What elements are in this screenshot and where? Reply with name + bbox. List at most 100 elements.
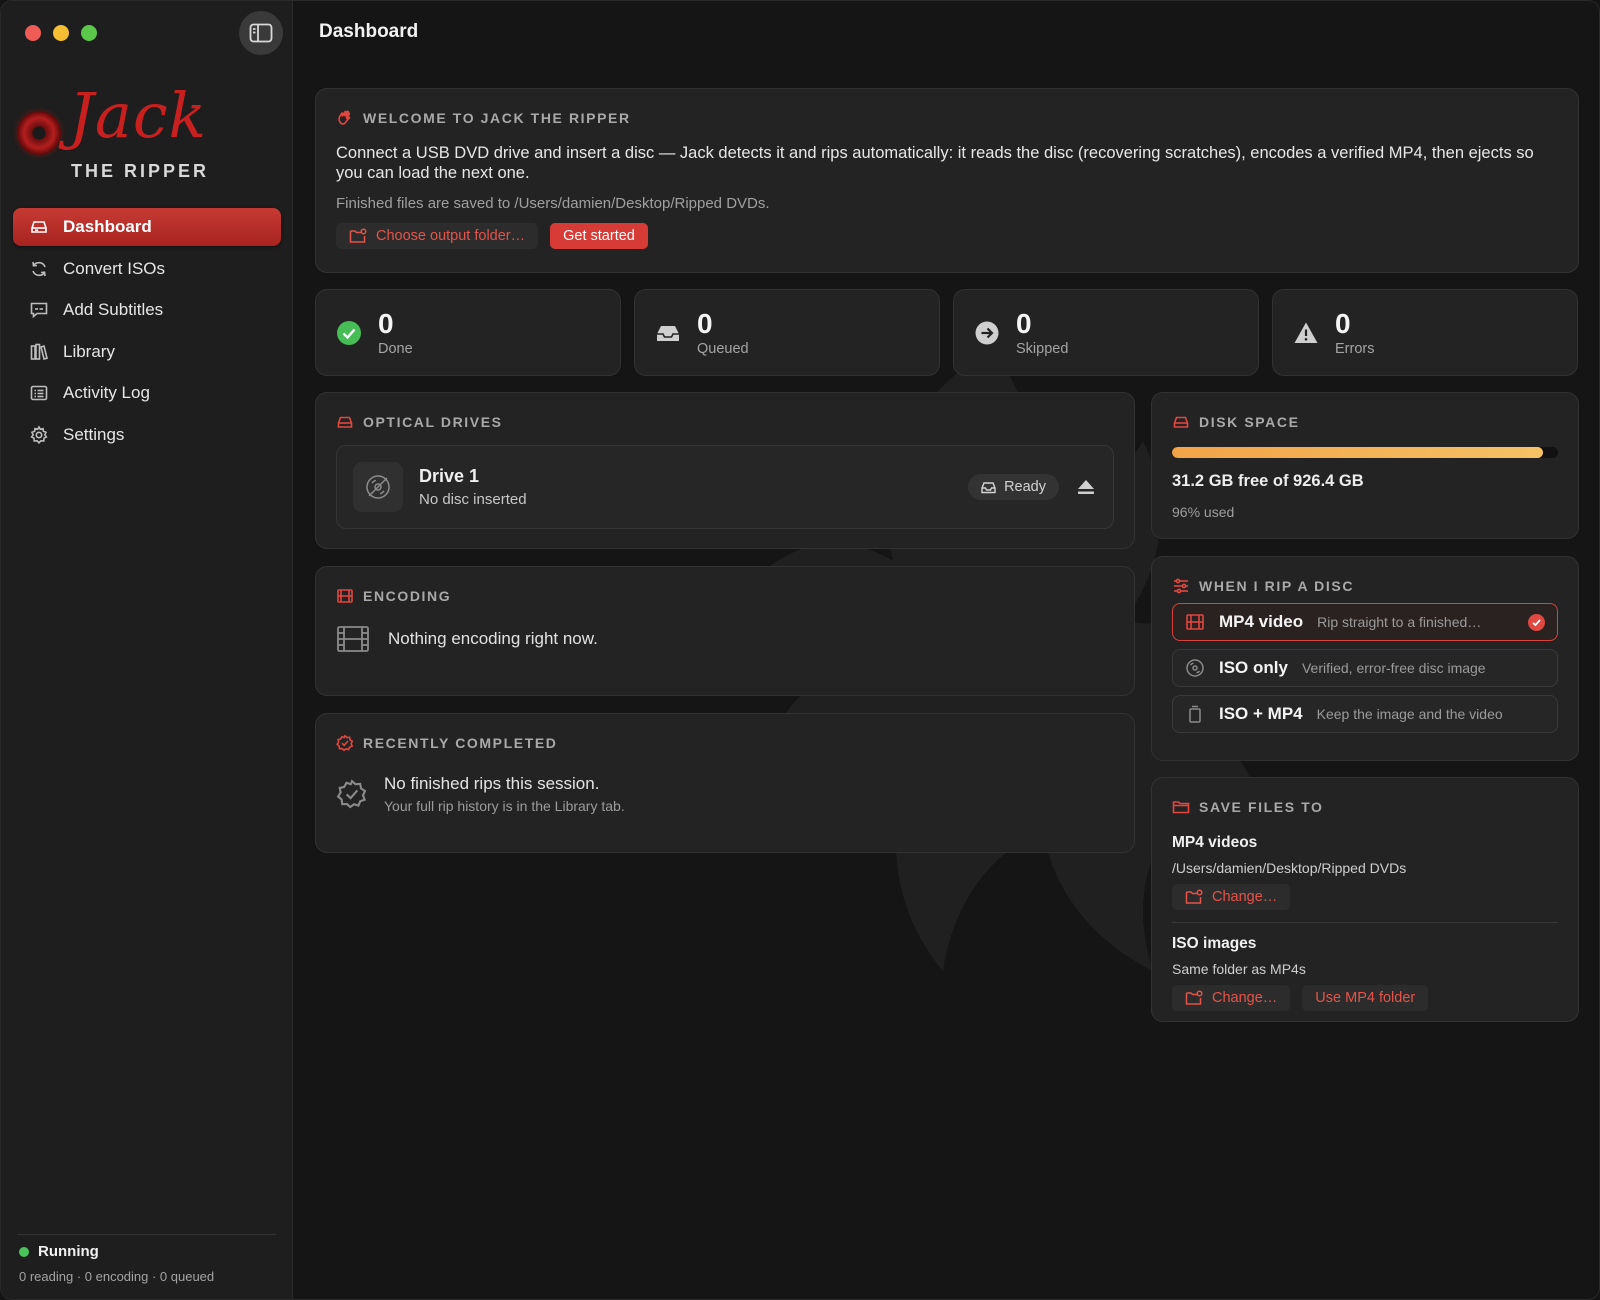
badge-check-icon [336,734,354,752]
stat-value: 0 [1016,307,1032,339]
check-circle-icon [337,320,361,345]
disk-space-card: DISK SPACE 31.2 GB free of 926.4 GB 96% … [1151,392,1579,539]
drive-status: No disc inserted [419,491,527,508]
folder-plus-icon [349,228,367,243]
rip-mode-card: WHEN I RIP A DISC MP4 video Rip straight… [1151,556,1579,761]
folder-icon [1172,801,1190,814]
save-files-card: SAVE FILES TO MP4 videos /Users/damien/D… [1151,777,1579,1022]
selected-check-icon [1528,614,1545,631]
status-detail: 0 reading · 0 encoding · 0 queued [19,1269,215,1284]
drive-icon [337,416,353,428]
tray-icon [981,481,996,493]
drive-icon [1173,416,1189,428]
recently-completed-card: RECENTLY COMPLETED No finished rips this… [315,713,1135,853]
disk-used-text: 96% used [1172,504,1235,520]
rip-option-iso-mp4[interactable]: ISO + MP4 Keep the image and the video [1172,695,1558,733]
stat-label: Queued [697,340,749,357]
window-controls [25,25,97,41]
mp4-location-label: MP4 videos [1172,834,1258,851]
sidebar-item-label: Activity Log [63,383,150,402]
get-started-button[interactable]: Get started [550,223,648,249]
disc-icon [366,475,390,499]
sidebar-item-convert-isos[interactable]: Convert ISOs [13,250,281,288]
iso-location-label: ISO images [1172,935,1257,952]
welcome-heading: WELCOME TO JACK THE RIPPER [336,109,1558,127]
zoom-window-button[interactable] [81,25,97,41]
subtitle-icon [30,302,48,319]
sidebar-icon [249,23,273,43]
recently-completed-heading: RECENTLY COMPLETED [336,734,1114,752]
sidebar-item-label: Dashboard [63,217,152,236]
close-window-button[interactable] [25,25,41,41]
rip-option-title: ISO only [1219,658,1288,677]
film-icon [337,589,353,603]
rip-option-iso[interactable]: ISO only Verified, error-free disc image [1172,649,1558,687]
sidebar-item-library[interactable]: Library [13,333,281,371]
refresh-icon [32,261,46,276]
rip-mode-heading: WHEN I RIP A DISC [1172,577,1558,595]
stack-icon [1189,705,1201,723]
stat-value: 0 [1335,307,1351,339]
sidebar-item-label: Convert ISOs [63,258,166,278]
sidebar-item-label: Settings [63,424,125,444]
disk-usage-fill [1172,447,1543,458]
disk-space-heading: DISK SPACE [1172,413,1558,431]
main-content: Dashboard WELCOME TO JACK THE RIPPER Con… [293,1,1599,1299]
tray-icon [657,325,679,341]
drive-row[interactable]: Drive 1 No disc inserted Ready [336,445,1114,529]
drive-name: Drive 1 [419,466,480,486]
change-mp4-folder-button[interactable]: Change… [1172,884,1291,910]
sidebar: Jack THE RIPPER Dashboard Convert ISOs A… [1,1,293,1299]
eject-icon[interactable] [1075,476,1097,498]
choose-output-folder-button[interactable]: Choose output folder… [336,223,539,249]
change-iso-folder-button[interactable]: Change… [1172,985,1291,1011]
use-mp4-folder-button[interactable]: Use MP4 folder [1302,985,1429,1011]
stat-label: Skipped [1016,340,1069,357]
rip-option-title: ISO + MP4 [1219,704,1303,723]
encoding-empty-text: Nothing encoding right now. [388,629,598,648]
sidebar-item-activity-log[interactable]: Activity Log [13,374,281,412]
badge-check-icon [336,779,367,809]
optical-drives-heading: OPTICAL DRIVES [336,413,1114,431]
sliders-icon [1174,578,1188,594]
sidebar-item-label: Add Subtitles [63,300,164,319]
welcome-text: Connect a USB DVD drive and insert a dis… [336,144,1534,182]
drive-state-badge: Ready [968,474,1059,500]
folder-plus-icon [1185,990,1203,1005]
stat-value: 0 [697,307,713,339]
rip-option-desc: Keep the image and the video [1316,706,1503,722]
sidebar-item-add-subtitles[interactable]: Add Subtitles [13,291,281,329]
wave-hand-icon [338,110,351,125]
stat-value: 0 [378,307,394,339]
recent-hint-text: Your full rip history is in the Library … [384,798,625,814]
arrow-right-circle-icon [975,321,999,344]
sidebar-nav: Dashboard Convert ISOs Add Subtitles Lib… [13,208,281,457]
sidebar-item-label: Library [63,341,115,361]
stat-done: 0 Done [315,289,621,376]
sidebar-item-dashboard[interactable]: Dashboard [13,208,281,246]
minimize-window-button[interactable] [53,25,69,41]
disc-logo-icon [17,111,61,155]
app-logo: Jack THE RIPPER [15,79,275,185]
library-icon [30,343,48,360]
iso-location-path: Same folder as MP4s [1172,961,1306,977]
status-label: Running [38,1243,99,1260]
rip-option-mp4[interactable]: MP4 video Rip straight to a finished… [1172,603,1558,641]
recent-empty-text: No finished rips this session. [384,774,600,793]
film-strip-icon [337,626,369,652]
optical-drives-card: OPTICAL DRIVES Drive 1 No disc inserted … [315,392,1135,549]
log-icon [30,385,48,401]
app-window: Jack THE RIPPER Dashboard Convert ISOs A… [0,0,1600,1300]
sidebar-item-settings[interactable]: Settings [13,416,281,454]
warning-icon [1294,322,1318,343]
disc-slot [353,462,403,512]
sidebar-toggle-button[interactable] [239,11,283,55]
rip-option-desc: Verified, error-free disc image [1301,660,1486,676]
mp4-location-path: /Users/damien/Desktop/Ripped DVDs [1172,860,1407,876]
welcome-note: Finished files are saved to /Users/damie… [336,195,770,212]
save-files-heading: SAVE FILES TO [1172,798,1558,816]
encoding-heading: ENCODING [336,587,1114,605]
status-dot-icon [19,1246,29,1257]
folder-plus-icon [1185,889,1203,904]
page-title: Dashboard [319,21,419,42]
